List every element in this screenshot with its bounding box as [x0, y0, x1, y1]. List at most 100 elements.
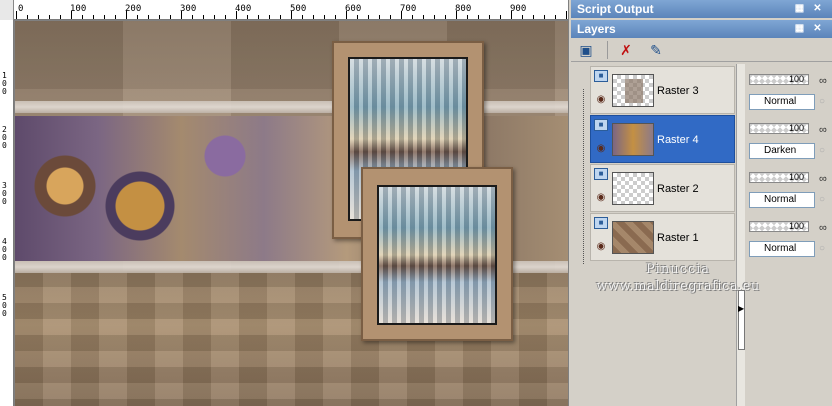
ruler-tick [159, 15, 160, 19]
link-icon[interactable]: ∞ [819, 75, 831, 87]
ruler-label: 700 [400, 4, 417, 14]
layer-list: ■ ◉ Raster 3 ■ ◉ Raster 4 ■ ◉ Raster 2 ■… [576, 64, 746, 406]
expand-arrow-icon[interactable]: ▶ [738, 304, 745, 313]
picture-frame-front [361, 167, 513, 341]
layer-props-raster-1: 100 ∞ Normal ○ [747, 217, 832, 265]
link-icon[interactable]: ∞ [819, 124, 831, 136]
watermark-url: www.maldiregrafica.eu [596, 279, 760, 294]
ruler-tick [192, 15, 193, 19]
mask-edit-icon[interactable]: ✎ [645, 40, 667, 60]
layer-thumbnail [612, 74, 654, 107]
layer-name: Raster 1 [657, 232, 699, 244]
ruler-tick [71, 11, 72, 19]
layer-thumbnail [612, 172, 654, 205]
watermark: Pinuccia www.maldiregrafica.eu [578, 262, 778, 294]
ruler-tick [445, 15, 446, 19]
ruler-tick [38, 15, 39, 19]
visibility-eye-icon[interactable]: ◉ [594, 193, 608, 203]
layer-name: Raster 2 [657, 183, 699, 195]
ruler-tick [49, 15, 50, 19]
ruler-tick [324, 15, 325, 19]
ruler-label: 3 0 0 [2, 181, 7, 206]
ruler-tick [357, 15, 358, 19]
blend-mode-select[interactable]: Darken [749, 143, 815, 159]
ruler-tick [555, 15, 556, 19]
document-window[interactable]: 0 100 200 300 400 500 600 700 800 900 1 … [0, 0, 568, 406]
ruler-label: 200 [125, 4, 142, 14]
close-icon[interactable]: ✕ [811, 2, 824, 15]
close-icon[interactable]: ✕ [811, 22, 824, 35]
ruler-tick [500, 15, 501, 19]
link-icon[interactable]: ∞ [819, 222, 831, 234]
light-band-top [15, 101, 568, 113]
ruler-tick [280, 15, 281, 19]
framed-image [377, 185, 497, 325]
ruler-label: 2 0 0 [2, 125, 7, 150]
pin-icon[interactable]: ▦ [793, 22, 806, 35]
pin-icon[interactable]: ▦ [793, 2, 806, 15]
lock-icon[interactable]: ○ [819, 96, 831, 108]
ruler-tick [566, 11, 567, 19]
ruler-tick [423, 15, 424, 19]
vertical-ruler: 1 0 0 2 0 0 3 0 0 4 0 0 5 0 0 [0, 20, 14, 406]
ruler-tick [467, 15, 468, 19]
ruler-tick [489, 15, 490, 19]
layer-row-raster-2[interactable]: ■ ◉ Raster 2 [590, 164, 735, 212]
psp-workspace: 0 100 200 300 400 500 600 700 800 900 1 … [0, 0, 832, 406]
layers-toolbar: ▣ ✗ ✎ [571, 38, 832, 62]
watermark-author: Pinuccia [645, 262, 711, 277]
opacity-value: 100 [789, 123, 805, 133]
layer-props-raster-3: 100 ∞ Normal ○ [747, 70, 832, 118]
visibility-eye-icon[interactable]: ◉ [594, 144, 608, 154]
raster-layer-icon: ■ [594, 217, 608, 229]
ruler-tick [82, 15, 83, 19]
ruler-corner [0, 0, 14, 20]
ruler-tick [60, 15, 61, 19]
blend-mode-select[interactable]: Normal [749, 241, 815, 257]
layer-row-raster-4[interactable]: ■ ◉ Raster 4 [590, 115, 735, 163]
image-canvas[interactable] [15, 21, 568, 406]
layer-list-scrollbar[interactable]: ▶ [736, 64, 745, 406]
ruler-tick [434, 15, 435, 19]
opacity-value: 100 [789, 221, 805, 231]
link-icon[interactable]: ∞ [819, 173, 831, 185]
layers-titlebar[interactable]: Layers ▦ ✕ [571, 20, 832, 38]
ruler-tick [214, 15, 215, 19]
new-raster-layer-icon[interactable]: ▣ [575, 40, 597, 60]
layer-row-raster-3[interactable]: ■ ◉ Raster 3 [590, 66, 735, 114]
script-output-titlebar[interactable]: Script Output ▦ ✕ [571, 0, 832, 18]
layer-row-raster-1[interactable]: ■ ◉ Raster 1 [590, 213, 735, 261]
visibility-eye-icon[interactable]: ◉ [594, 95, 608, 105]
scrollbar-thumb[interactable] [738, 290, 745, 350]
blend-mode-select[interactable]: Normal [749, 192, 815, 208]
layer-name: Raster 3 [657, 85, 699, 97]
raster-layer-icon: ■ [594, 70, 608, 82]
ruler-tick [412, 15, 413, 19]
ruler-tick [170, 15, 171, 19]
ruler-tick [522, 15, 523, 19]
lock-icon[interactable]: ○ [819, 145, 831, 157]
visibility-eye-icon[interactable]: ◉ [594, 242, 608, 252]
lock-icon[interactable]: ○ [819, 243, 831, 255]
ruler-tick [137, 15, 138, 19]
ruler-label: 0 [18, 4, 24, 14]
ruler-tick [390, 15, 391, 19]
ruler-tick [247, 15, 248, 19]
ruler-tick [225, 15, 226, 19]
ruler-tick [126, 11, 127, 19]
ruler-tick [27, 15, 28, 19]
ruler-tick [16, 11, 17, 19]
ruler-label: 100 [70, 4, 87, 14]
ruler-tick [544, 15, 545, 19]
ruler-tick [379, 15, 380, 19]
delete-layer-icon[interactable]: ✗ [615, 40, 637, 60]
ruler-tick [236, 11, 237, 19]
ruler-tick [511, 11, 512, 19]
lock-icon[interactable]: ○ [819, 194, 831, 206]
ruler-tick [335, 15, 336, 19]
layer-thumbnail [612, 123, 654, 156]
script-output-title: Script Output [577, 2, 654, 16]
ruler-label: 800 [455, 4, 472, 14]
ruler-tick [313, 15, 314, 19]
blend-mode-select[interactable]: Normal [749, 94, 815, 110]
